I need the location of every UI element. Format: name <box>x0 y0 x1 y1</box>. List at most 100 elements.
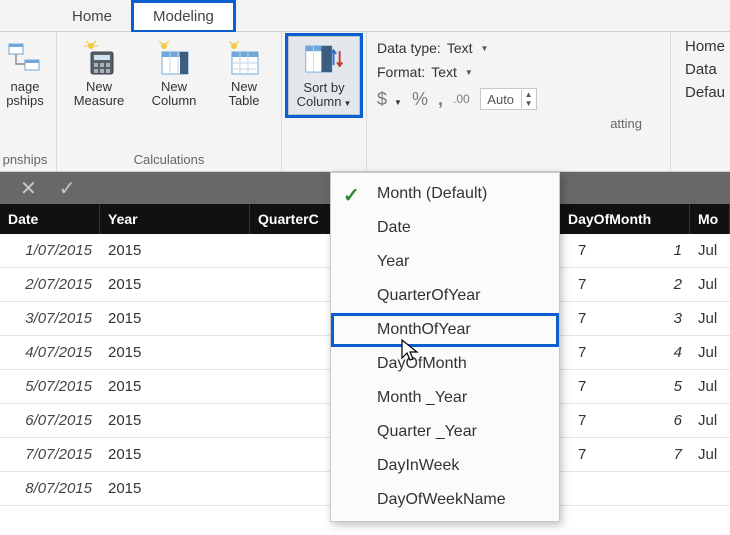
sort-menu-item[interactable]: Quarter _Year <box>331 415 559 449</box>
cell-date: 7/07/2015 <box>0 446 100 463</box>
sort-menu-item[interactable]: QuarterOfYear <box>331 279 559 313</box>
sort-by-column-icon <box>304 39 344 79</box>
cell-mon: Jul <box>690 242 730 259</box>
cell-mon: Jul <box>690 310 730 327</box>
cell-date: 8/07/2015 <box>0 480 100 497</box>
manage-relationships-button[interactable]: nage pships <box>0 36 50 109</box>
tab-home[interactable]: Home <box>52 2 132 31</box>
cell-daym: 3 <box>590 310 690 327</box>
cell-mon: Jul <box>690 446 730 463</box>
datatype-dropdown[interactable]: Data type: Text ▼ <box>377 38 662 58</box>
cell-date: 1/07/2015 <box>0 242 100 259</box>
sort-menu-item[interactable]: ✓Month (Default) <box>331 177 559 211</box>
group-sort: Sort by Column▼ <box>282 32 367 171</box>
new-measure-button[interactable]: New Measure <box>63 36 135 109</box>
cell-year: 2015 <box>100 378 250 395</box>
new-column-button[interactable]: New Column <box>143 36 205 109</box>
sort-by-column-button[interactable]: Sort by Column▼ <box>288 36 360 115</box>
cell-year: 2015 <box>100 344 250 361</box>
percent-button[interactable]: % <box>412 89 428 110</box>
group-calculations-label: Calculations <box>63 150 275 171</box>
sort-menu-item[interactable]: DayOfMonth <box>331 347 559 381</box>
thousands-button[interactable]: , <box>438 89 443 110</box>
cell-date: 4/07/2015 <box>0 344 100 361</box>
datatype-value: Text <box>447 40 473 56</box>
sort-menu-item[interactable]: Year <box>331 245 559 279</box>
group-formatting-label: atting <box>377 114 662 135</box>
home-table-label: Home <box>685 38 722 55</box>
cell-year: 2015 <box>100 242 250 259</box>
cell-daym: 1 <box>590 242 690 259</box>
new-table-label: New Table <box>228 80 259 109</box>
cell-date: 2/07/2015 <box>0 276 100 293</box>
group-properties: Home Data Defau <box>670 32 730 171</box>
format-dropdown[interactable]: Format: Text ▼ <box>377 62 662 82</box>
cell-daym: 5 <box>590 378 690 395</box>
cell-daym: 2 <box>590 276 690 293</box>
chevron-down-icon: ▼ <box>465 68 473 77</box>
cell-dayn: 7 <box>570 276 590 293</box>
cell-dayn: 7 <box>570 412 590 429</box>
data-category-label: Data <box>685 61 722 78</box>
cell-year: 2015 <box>100 480 250 497</box>
new-table-button[interactable]: New Table <box>213 36 275 109</box>
cell-dayn: 7 <box>570 378 590 395</box>
cell-date: 6/07/2015 <box>0 412 100 429</box>
chevron-down-icon: ▼ <box>481 44 489 53</box>
default-summ-label: Defau <box>685 84 722 101</box>
cell-year: 2015 <box>100 412 250 429</box>
cell-dayn: 7 <box>570 344 590 361</box>
cell-year: 2015 <box>100 276 250 293</box>
col-month[interactable]: Mo <box>690 204 730 234</box>
sort-by-column-label: Sort by Column▼ <box>297 81 352 110</box>
new-measure-label: New Measure <box>74 80 125 109</box>
cell-daym: 4 <box>590 344 690 361</box>
cell-daym: 6 <box>590 412 690 429</box>
cell-year: 2015 <box>100 446 250 463</box>
cell-dayn: 7 <box>570 446 590 463</box>
decimals-icon: .00 <box>453 92 470 106</box>
measure-icon <box>79 38 119 78</box>
group-sort-label <box>288 150 360 171</box>
group-formatting: Data type: Text ▼ Format: Text ▼ $ ▼ % ,… <box>367 32 670 171</box>
datatype-label: Data type: <box>377 40 441 56</box>
cell-date: 3/07/2015 <box>0 310 100 327</box>
group-relationships: nage pships pnships <box>0 32 57 171</box>
cell-dayn: 7 <box>570 242 590 259</box>
decimals-value: Auto <box>481 92 521 107</box>
tab-modeling[interactable]: Modeling <box>132 1 235 32</box>
decimals-spinner[interactable]: Auto ▲▼ <box>480 88 537 110</box>
sort-menu-item[interactable]: MonthOfYear <box>331 313 559 347</box>
cell-mon: Jul <box>690 344 730 361</box>
commit-formula-icon[interactable]: ✓ <box>59 176 76 201</box>
cancel-formula-icon[interactable]: ✕ <box>20 176 37 201</box>
ribbon: nage pships pnships <box>0 32 730 172</box>
currency-button[interactable]: $ ▼ <box>377 89 402 110</box>
relationships-icon <box>5 38 45 78</box>
sort-menu-item[interactable]: Date <box>331 211 559 245</box>
new-column-label: New Column <box>152 80 197 109</box>
cell-date: 5/07/2015 <box>0 378 100 395</box>
col-year[interactable]: Year <box>100 204 250 234</box>
ribbon-tabstrip: Home Modeling <box>0 0 730 32</box>
new-column-icon <box>154 38 194 78</box>
cell-daym: 7 <box>590 446 690 463</box>
chevron-down-icon: ▼ <box>394 98 402 107</box>
sort-menu-item[interactable]: DayInWeek <box>331 449 559 483</box>
new-table-icon <box>224 38 264 78</box>
cell-mon: Jul <box>690 378 730 395</box>
check-icon: ✓ <box>343 183 360 208</box>
sort-menu-item[interactable]: DayOfWeekName <box>331 483 559 517</box>
spinner-arrows[interactable]: ▲▼ <box>521 90 536 108</box>
cell-year: 2015 <box>100 310 250 327</box>
cell-mon: Jul <box>690 276 730 293</box>
cell-mon: Jul <box>690 412 730 429</box>
col-dayofmonth[interactable]: DayOfMonth <box>560 204 690 234</box>
sort-menu-item[interactable]: Month _Year <box>331 381 559 415</box>
group-calculations: New Measure New Column <box>57 32 282 171</box>
manage-relationships-label: nage pships <box>6 80 44 109</box>
chevron-down-icon: ▼ <box>343 99 351 108</box>
sort-by-column-menu: ✓Month (Default)DateYearQuarterOfYearMon… <box>330 172 560 522</box>
col-date[interactable]: Date <box>0 204 100 234</box>
cell-dayn: 7 <box>570 310 590 327</box>
